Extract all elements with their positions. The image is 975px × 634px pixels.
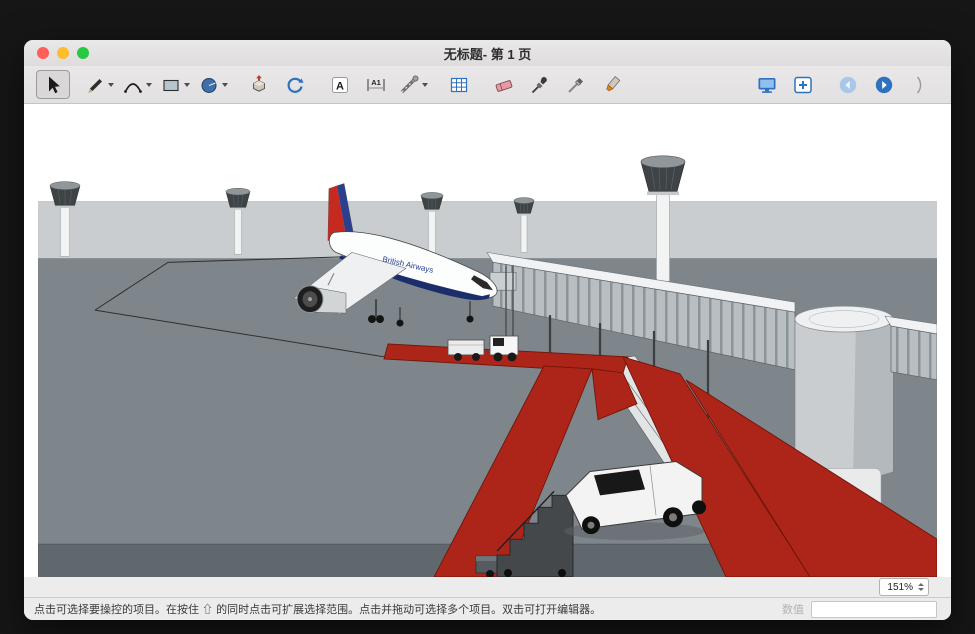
pushpull-icon — [248, 74, 270, 96]
rectangle-icon — [160, 74, 182, 96]
zoom-caret-icon — [918, 583, 924, 591]
arrow-right-circle-icon — [873, 74, 895, 96]
arrow-left-circle-icon — [837, 74, 859, 96]
tool-grid-button[interactable] — [442, 70, 476, 99]
tool-text-button[interactable]: A — [323, 70, 357, 99]
dimension-tool-icon: A1 — [365, 74, 387, 96]
titlebar[interactable]: 无标题- 第 1 页 — [24, 40, 951, 66]
dropdown-caret-icon — [108, 83, 114, 87]
display-settings-button[interactable] — [750, 70, 784, 99]
tool-eraser-button[interactable] — [487, 70, 521, 99]
dropdown-caret-icon — [422, 83, 428, 87]
measurement-box: 数值 — [782, 601, 941, 618]
toolbar-overflow-indicator[interactable] — [903, 70, 937, 99]
dropdown-caret-icon — [222, 83, 228, 87]
tool-rectangle-button[interactable] — [157, 70, 193, 99]
zoom-value: 151% — [887, 582, 913, 593]
circle-icon — [198, 74, 220, 96]
fullscreen-button[interactable] — [77, 47, 89, 59]
app-window: 无标题- 第 1 页 — [24, 40, 951, 620]
zoom-select[interactable]: 151% — [879, 578, 929, 596]
window-title: 无标题- 第 1 页 — [444, 44, 531, 63]
measurement-label: 数值 — [782, 601, 804, 617]
arc-icon — [122, 74, 144, 96]
tool-eyedropper-button[interactable] — [523, 70, 557, 99]
dimension-tool-glyph: A1 — [371, 78, 381, 87]
measurement-input[interactable] — [811, 601, 937, 618]
tool-circle-button[interactable] — [195, 70, 231, 99]
monitor-icon — [756, 74, 778, 96]
scene-3d[interactable]: British Airways — [38, 104, 937, 577]
dropdown-caret-icon — [184, 83, 190, 87]
tool-pen-button[interactable] — [559, 70, 593, 99]
grid-table-icon — [448, 74, 470, 96]
close-button[interactable] — [37, 47, 49, 59]
text-tool-glyph: A — [336, 80, 344, 92]
toolbar: A A1 — [24, 66, 951, 104]
text-tool-icon: A — [329, 74, 351, 96]
tool-tape-measure-button[interactable] — [395, 70, 431, 99]
eraser-icon — [493, 74, 515, 96]
traffic-lights — [37, 40, 89, 66]
tape-measure-icon — [398, 74, 420, 96]
desktop-background: 无标题- 第 1 页 — [0, 0, 975, 634]
pencil-icon — [84, 74, 106, 96]
zoom-strip: 151% — [24, 577, 951, 597]
highlighter-icon — [601, 74, 623, 96]
forward-button[interactable] — [867, 70, 901, 99]
rotate-arrow-icon — [284, 74, 306, 96]
dropdown-caret-icon — [146, 83, 152, 87]
viewport[interactable]: British Airways — [24, 104, 951, 577]
add-plus-icon — [792, 74, 814, 96]
tool-followme-button[interactable] — [278, 70, 312, 99]
tool-arc-button[interactable] — [119, 70, 155, 99]
statusbar: 点击可选择要操控的项目。在按住 ⇧ 的同时点击可扩展选择范围。点击并拖动可选择多… — [24, 597, 951, 620]
tool-dimension-button[interactable]: A1 — [359, 70, 393, 99]
pen-icon — [565, 74, 587, 96]
eyedropper-icon — [529, 74, 551, 96]
back-button[interactable] — [831, 70, 865, 99]
add-scene-button[interactable] — [786, 70, 820, 99]
tool-highlighter-button[interactable] — [595, 70, 629, 99]
tool-line-button[interactable] — [81, 70, 117, 99]
select-arrow-icon — [42, 74, 64, 96]
tool-pushpull-button[interactable] — [242, 70, 276, 99]
status-hint: 点击可选择要操控的项目。在按住 ⇧ 的同时点击可扩展选择范围。点击并拖动可选择多… — [34, 601, 772, 617]
minimize-button[interactable] — [57, 47, 69, 59]
overflow-paren-icon — [915, 74, 925, 96]
tool-select-button[interactable] — [36, 70, 70, 99]
